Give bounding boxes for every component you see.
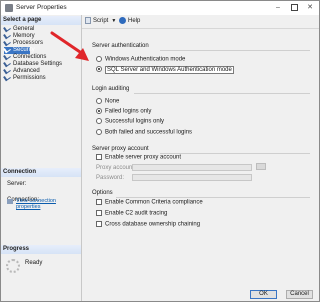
audit-none-radio[interactable]: None [96,98,119,106]
help-icon [119,17,126,24]
page-item-database-settings[interactable]: Database Settings [3,59,74,68]
audit-successful-only-radio[interactable]: Successful logins only [96,118,164,126]
progress-header: Progress [1,245,81,254]
cancel-button[interactable]: Cancel [286,290,313,299]
help-button[interactable]: Help [119,17,140,26]
close-button[interactable]: ✕ [302,1,318,15]
wrench-icon [3,73,11,82]
common-criteria-checkbox[interactable]: Enable Common Criteria compliance [96,199,203,207]
app-icon [5,4,13,12]
script-icon [85,17,91,24]
server-label: Server: [7,181,27,187]
server-proxy-account-label: Server proxy account [92,146,149,152]
left-panel: Select a page General Memory Processors … [1,15,82,301]
page-item-permissions[interactable]: Permissions [3,73,74,82]
minimize-button[interactable]: – [270,1,286,15]
connection-header: Connection [1,168,81,177]
page-item-general[interactable]: General [3,24,74,33]
maximize-button[interactable] [286,1,302,15]
ok-button[interactable]: OK [250,290,277,299]
proxy-account-field[interactable] [132,164,252,171]
toolbar: Script ▼ Help [82,15,319,29]
enable-proxy-checkbox[interactable]: Enable server proxy account [96,154,181,162]
password-label: Password: [96,175,125,181]
proxy-account-label: Proxy account: [96,165,136,171]
page-item-memory[interactable]: Memory [3,31,74,40]
connection-icon [7,199,13,204]
divider [116,197,310,198]
divider [134,93,310,94]
title-bar: Server Properties – ✕ [1,1,319,15]
divider [160,50,310,51]
audit-failed-only-radio[interactable]: Failed logins only [96,108,151,116]
options-label: Options [92,190,113,196]
page-item-advanced[interactable]: Advanced [3,66,74,75]
view-connection-properties-link[interactable]: View connection properties [16,198,81,210]
password-field[interactable] [132,174,252,181]
cross-db-chaining-checkbox[interactable]: Cross database ownership chaining [96,221,200,229]
windows-auth-radio[interactable]: Windows Authentication mode [96,56,185,64]
progress-status: Ready [25,260,43,266]
page-item-processors[interactable]: Processors [3,38,74,47]
login-auditing-label: Login auditing [92,86,130,92]
select-page-header: Select a page [1,16,81,25]
page-item-connections[interactable]: Connections [3,52,74,61]
browse-proxy-button[interactable] [256,163,266,170]
server-properties-window: Server Properties – ✕ Select a page Gene… [0,0,320,302]
divider [160,153,310,154]
sql-windows-auth-radio[interactable]: SQL Server and Windows Authentication mo… [96,65,234,74]
audit-both-radio[interactable]: Both failed and successful logins [96,129,192,137]
main-panel: Script ▼ Help Server authentication Windo… [82,15,319,301]
window-title: Server Properties [16,4,67,11]
progress-spinner-icon [6,259,20,273]
server-authentication-label: Server authentication [92,43,149,49]
script-button[interactable]: Script ▼ [85,17,116,26]
c2-audit-checkbox[interactable]: Enable C2 audit tracing [96,210,167,218]
chevron-down-icon[interactable]: ▼ [111,17,116,26]
